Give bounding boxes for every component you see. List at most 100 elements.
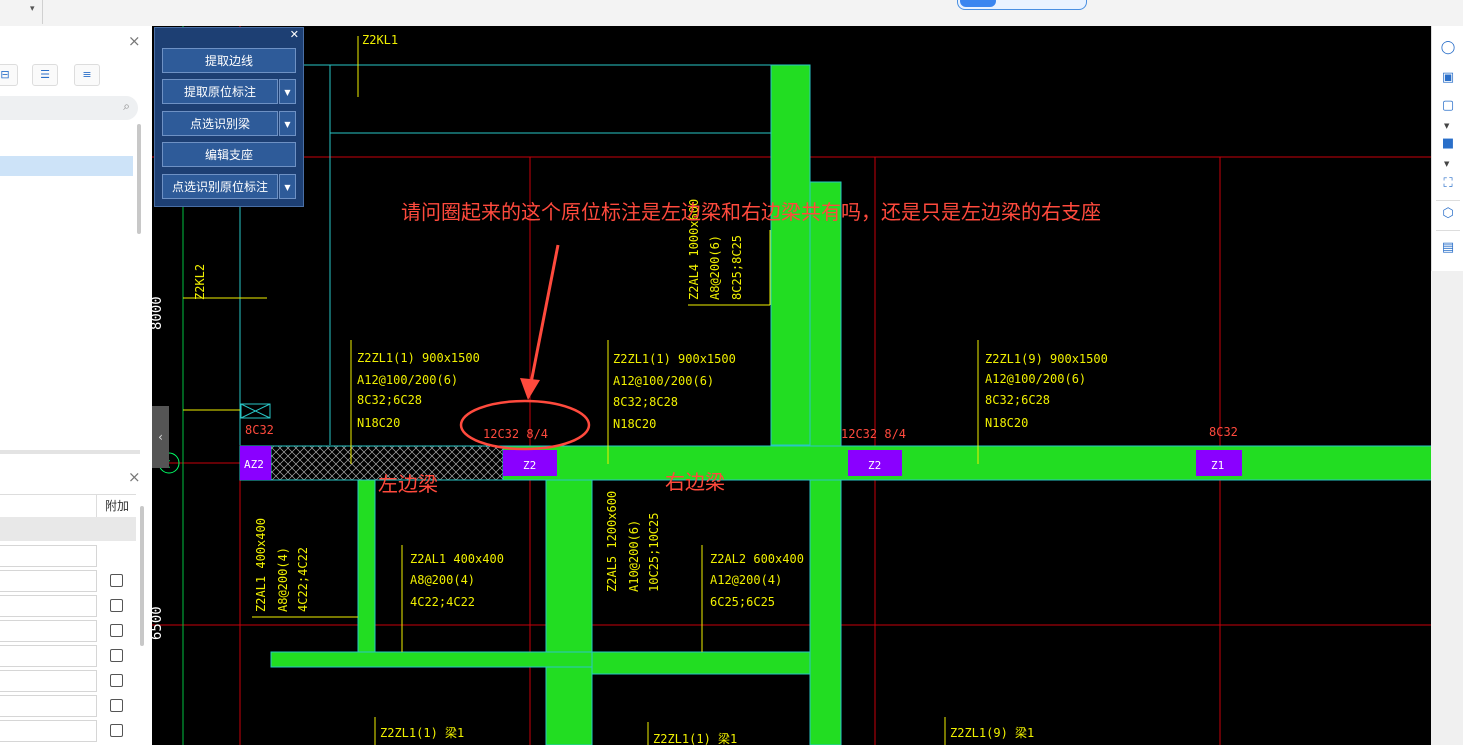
selected-tree-item[interactable] [0, 156, 133, 176]
panel-splitter[interactable] [0, 450, 140, 454]
cad-label-al4c: 8C25;8C25 [730, 235, 744, 300]
cad-drawing-canvas[interactable]: Z2KL1 Z2KL2 8000 6500 Z2AL4 1000x600 A8@… [152, 26, 1431, 745]
property-value-field[interactable] [0, 720, 97, 742]
cad-label-zl9a3: 8C32;6C28 [985, 393, 1050, 407]
annotation-arrow [529, 244, 560, 384]
close-icon[interactable]: × [128, 32, 141, 50]
extra-checkbox[interactable] [110, 599, 123, 612]
toggle-knob [960, 0, 996, 7]
chevron-down-icon[interactable]: ▼ [1444, 122, 1449, 130]
extra-checkbox[interactable] [110, 699, 123, 712]
3d-view-icon[interactable]: ▣ [1438, 68, 1458, 88]
property-value-field[interactable] [0, 695, 97, 717]
chevron-down-icon: ▾ [30, 4, 35, 14]
extra-checkbox[interactable] [110, 624, 123, 637]
list-icon[interactable]: ☰ [32, 64, 58, 86]
property-group-row[interactable] [0, 517, 136, 541]
properties-icon[interactable]: ≡ [74, 64, 100, 86]
pick-recognize-beam-button[interactable]: 点选识别梁 [162, 111, 278, 136]
cad-label-z2b: Z2 [868, 459, 881, 472]
chevron-down-icon[interactable]: ▼ [279, 174, 296, 199]
cad-label-z2a: Z2 [523, 459, 536, 472]
top-toolbar: ▾ [0, 0, 1463, 27]
highlight-ellipse [459, 399, 591, 451]
extra-checkbox[interactable] [110, 674, 123, 687]
chevron-down-icon[interactable]: ▼ [279, 111, 296, 136]
cad-label-al1e: A8@200(4) [410, 573, 475, 587]
cad-label-kl2a: Z2KL2 [193, 264, 207, 300]
collapse-panel-handle[interactable]: ‹ [152, 406, 169, 468]
cad-label-az2: AZ2 [244, 458, 264, 471]
close-icon[interactable]: × [128, 468, 141, 486]
pick-recognize-annotation-button[interactable]: 点选识别原位标注 [162, 174, 278, 199]
cad-label-zl1b4: N18C20 [613, 417, 656, 431]
cube-icon[interactable]: ■ [1438, 134, 1458, 154]
view-toolbar: ◯ ▣ ▢ ▼ ■ ▼ ⛶ ⬡ ▤ [1431, 26, 1463, 271]
cad-label-r12b: 12C32 8/4 [841, 427, 906, 441]
close-icon[interactable]: ✕ [290, 28, 299, 41]
component-icon[interactable]: ⊟ [0, 64, 18, 86]
property-value-field[interactable] [0, 645, 97, 667]
cad-label-dim1: 8000 [152, 296, 165, 330]
orbit-icon[interactable]: ◯ [1438, 38, 1458, 58]
cad-label-al5b: A10@200(6) [627, 520, 641, 592]
cad-label-r12a: 12C32 8/4 [483, 427, 548, 441]
cad-label-kl1a: Z2KL1 [362, 33, 398, 47]
cad-label-al5a: Z2AL5 1200x600 [605, 491, 619, 592]
left-beam-label: 左边梁 [378, 472, 438, 496]
cad-label-al1a: Z2AL1 400x400 [254, 518, 268, 612]
property-value-field[interactable] [0, 595, 97, 617]
extra-checkbox[interactable] [110, 649, 123, 662]
extract-annotation-button[interactable]: 提取原位标注 [162, 79, 278, 104]
cad-label-r8c32a: 8C32 [245, 423, 274, 437]
chevron-down-icon[interactable]: ▼ [1444, 160, 1449, 168]
divider [1436, 200, 1460, 201]
cad-label-zl1b3: 8C32;8C28 [613, 395, 678, 409]
divider [1436, 230, 1460, 231]
report-icon[interactable]: ▤ [1438, 238, 1458, 258]
fullscreen-icon[interactable]: ⛶ [1438, 174, 1458, 194]
mode-toggle[interactable] [957, 0, 1087, 10]
cad-label-al5c: 10C25;10C25 [647, 513, 661, 592]
cad-label-al1b: A8@200(4) [276, 547, 290, 612]
extra-checkbox[interactable] [110, 574, 123, 587]
search-input[interactable]: ⌕ [0, 96, 138, 120]
property-value-field[interactable] [0, 545, 97, 567]
left-panel: × ⊟ ☰ ≡ ⌕ × 附加 [0, 26, 153, 745]
beam-recognition-toolbox: ✕ 提取边线 提取原位标注 ▼ 点选识别梁 ▼ 编辑支座 点选识别原位标注 ▼ [154, 27, 304, 207]
cad-label-zl1a4: N18C20 [357, 416, 400, 430]
cad-label-zl1a2: A12@100/200(6) [357, 373, 458, 387]
cad-label-zl1b2: A12@100/200(6) [613, 374, 714, 388]
beam-vertical [357, 479, 376, 653]
extract-edge-button[interactable]: 提取边线 [162, 48, 296, 73]
cad-label-al1c: 4C22;4C22 [296, 547, 310, 612]
cad-label-al2a: Z2AL2 600x400 [710, 552, 804, 566]
dropdown[interactable]: ▾ [0, 0, 43, 24]
beam-horizontal [591, 651, 811, 675]
cad-label-al1f: 4C22;4C22 [410, 595, 475, 609]
cad-label-zl1a1: Z2ZL1(1) 900x1500 [357, 351, 480, 365]
extra-checkbox[interactable] [110, 724, 123, 737]
cad-label-bl3: Z2ZL1(9) 梁1 [950, 725, 1034, 740]
cad-label-zl1a3: 8C32;6C28 [357, 393, 422, 407]
scrollbar[interactable] [140, 506, 144, 646]
box-view-icon[interactable]: ▢ [1438, 96, 1458, 116]
property-value-field[interactable] [0, 620, 97, 642]
scrollbar[interactable] [137, 124, 141, 234]
cad-label-al1d: Z2AL1 400x400 [410, 552, 504, 566]
beam-vertical [545, 479, 593, 745]
model-icon[interactable]: ⬡ [1438, 204, 1458, 224]
property-value-field[interactable] [0, 670, 97, 692]
column-header-extra: 附加 [96, 495, 137, 517]
right-beam-label: 右边梁 [665, 470, 725, 494]
cad-label-al2b: A12@200(4) [710, 573, 782, 587]
cad-label-z1: Z1 [1211, 459, 1224, 472]
cad-drawing: Z2KL1 Z2KL2 8000 6500 Z2AL4 1000x600 A8@… [152, 26, 1431, 745]
cad-label-zl9a2: A12@100/200(6) [985, 372, 1086, 386]
cad-label-zl9a1: Z2ZL1(9) 900x1500 [985, 352, 1108, 366]
chevron-down-icon[interactable]: ▼ [279, 79, 296, 104]
edit-support-button[interactable]: 编辑支座 [162, 142, 296, 167]
cad-label-zl9a4: N18C20 [985, 416, 1028, 430]
cad-label-zl1b1: Z2ZL1(1) 900x1500 [613, 352, 736, 366]
property-value-field[interactable] [0, 570, 97, 592]
